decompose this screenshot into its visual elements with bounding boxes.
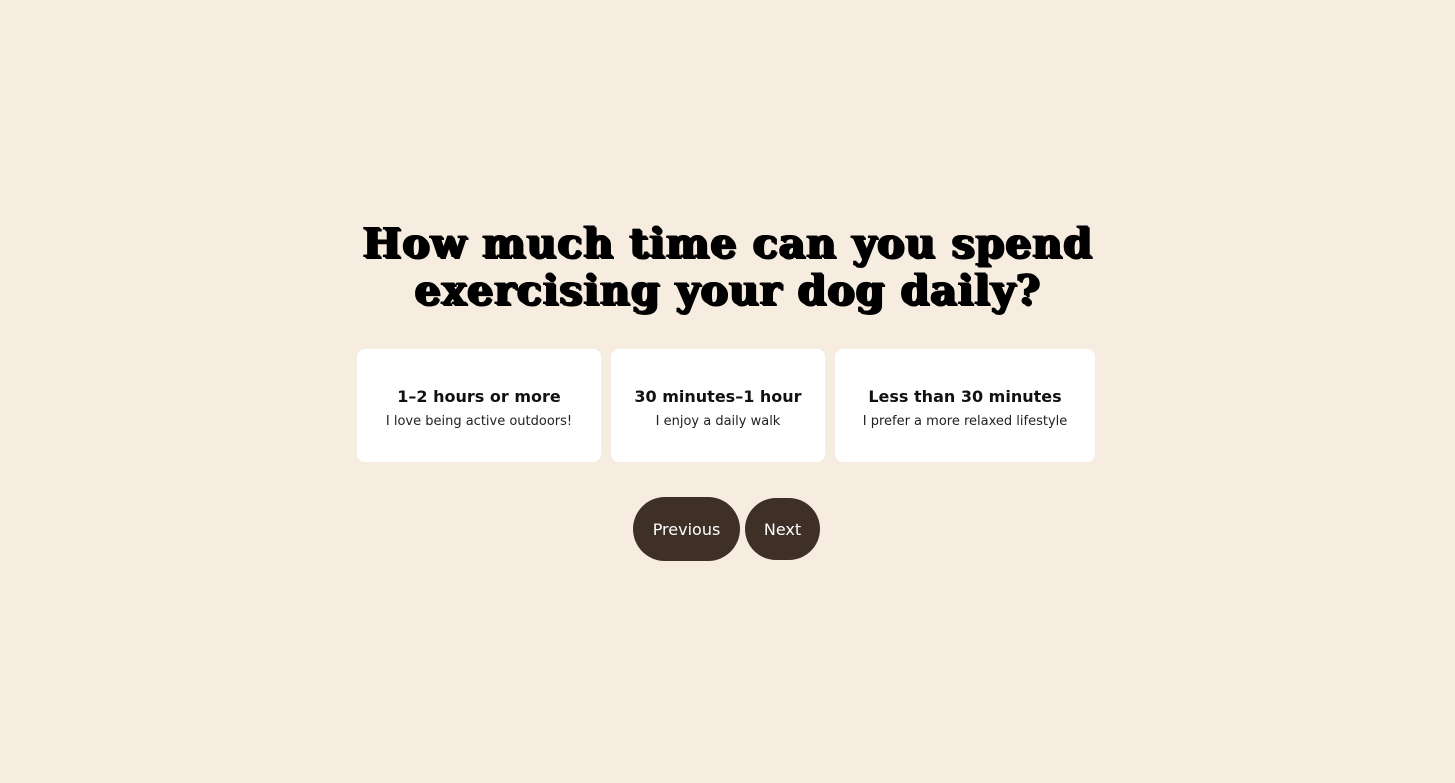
option-card-less-than-30-min[interactable]: Less than 30 minutes I prefer a more rel… [835,349,1095,462]
option-subtitle: I prefer a more relaxed lifestyle [862,413,1068,429]
option-card-30-min-1-hour[interactable]: 30 minutes–1 hour I enjoy a daily walk [611,349,825,462]
question-line-1: How much time can you spend [362,219,1093,267]
navigation-buttons: Previous Next [633,497,820,561]
next-button[interactable]: Next [745,498,820,560]
option-title: Less than 30 minutes [868,386,1062,406]
option-title: 1–2 hours or more [397,386,561,406]
answer-options: 1–2 hours or more I love being active ou… [357,349,1095,462]
option-subtitle: I enjoy a daily walk [655,413,781,429]
question-heading: How much time can you spend exercising y… [0,220,1455,314]
option-subtitle: I love being active outdoors! [385,413,573,429]
option-card-1-2-hours[interactable]: 1–2 hours or more I love being active ou… [357,349,601,462]
quiz-step: How much time can you spend exercising y… [0,0,1455,783]
previous-button[interactable]: Previous [633,497,740,561]
question-line-2: exercising your dog daily? [414,266,1041,314]
option-title: 30 minutes–1 hour [634,386,802,406]
